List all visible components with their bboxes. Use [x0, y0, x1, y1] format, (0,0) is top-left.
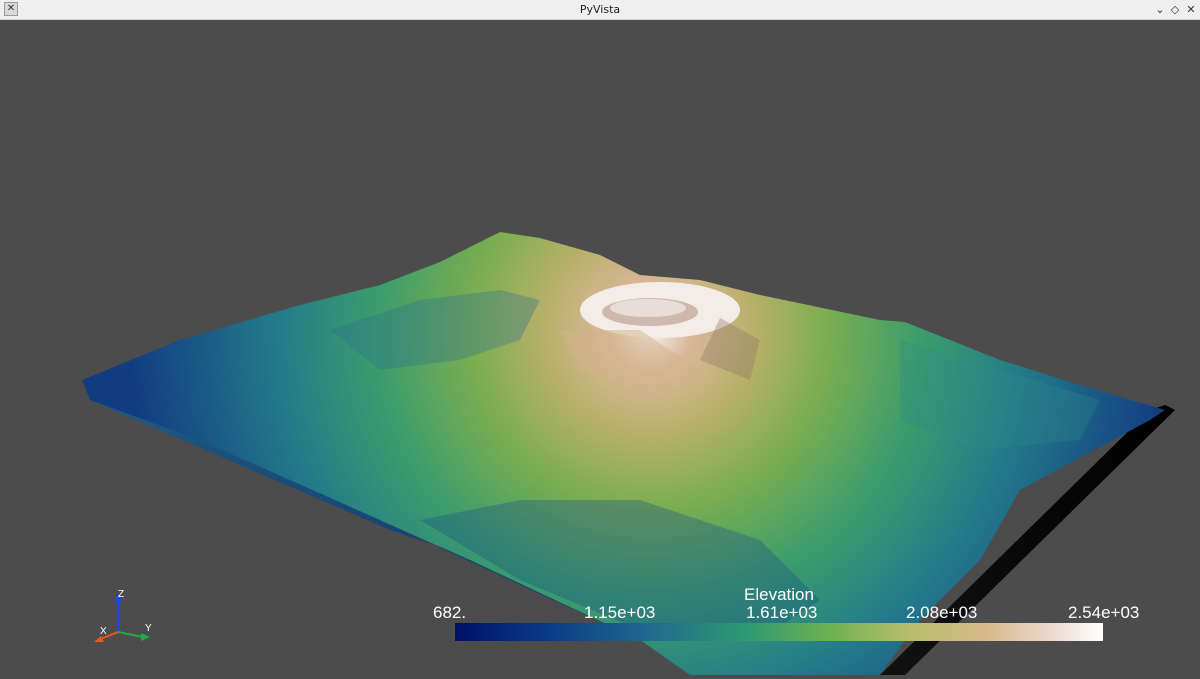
- restore-icon: ◇: [1170, 3, 1180, 16]
- scalar-bar-tick: 2.54e+03: [1068, 603, 1140, 622]
- window-title: PyVista: [579, 3, 621, 16]
- scalar-bar-tick: 2.08e+03: [906, 603, 978, 622]
- scalar-bar-tick: 1.61e+03: [746, 603, 818, 622]
- y-axis-arrow: [141, 633, 150, 641]
- x-axis-label: X: [100, 626, 107, 637]
- scalar-bar-title: Elevation: [744, 585, 814, 604]
- y-axis-line: [117, 631, 144, 638]
- scalar-bar-tick: 1.15e+03: [584, 603, 656, 622]
- terrain-render: [82, 232, 1175, 675]
- scalar-bar-colormap: [455, 623, 1103, 641]
- volcano-crater-rim: [610, 299, 686, 317]
- render-viewport[interactable]: Z X Y: [0, 20, 1200, 675]
- axes-orientation-widget: Z X Y: [94, 589, 152, 642]
- chevron-down-icon: ⌄: [1155, 3, 1165, 16]
- y-axis-label: Y: [145, 623, 152, 634]
- maximize-button[interactable]: ◇: [1167, 2, 1183, 17]
- title-bar: ✕ PyVista ⌄ ◇ ✕: [0, 0, 1200, 20]
- close-button[interactable]: ✕: [1183, 2, 1199, 17]
- close-icon: ✕: [1186, 3, 1196, 16]
- scalar-bar-tick: 682.: [433, 603, 467, 622]
- minimize-button[interactable]: ⌄: [1152, 2, 1168, 17]
- z-axis-label: Z: [118, 589, 124, 600]
